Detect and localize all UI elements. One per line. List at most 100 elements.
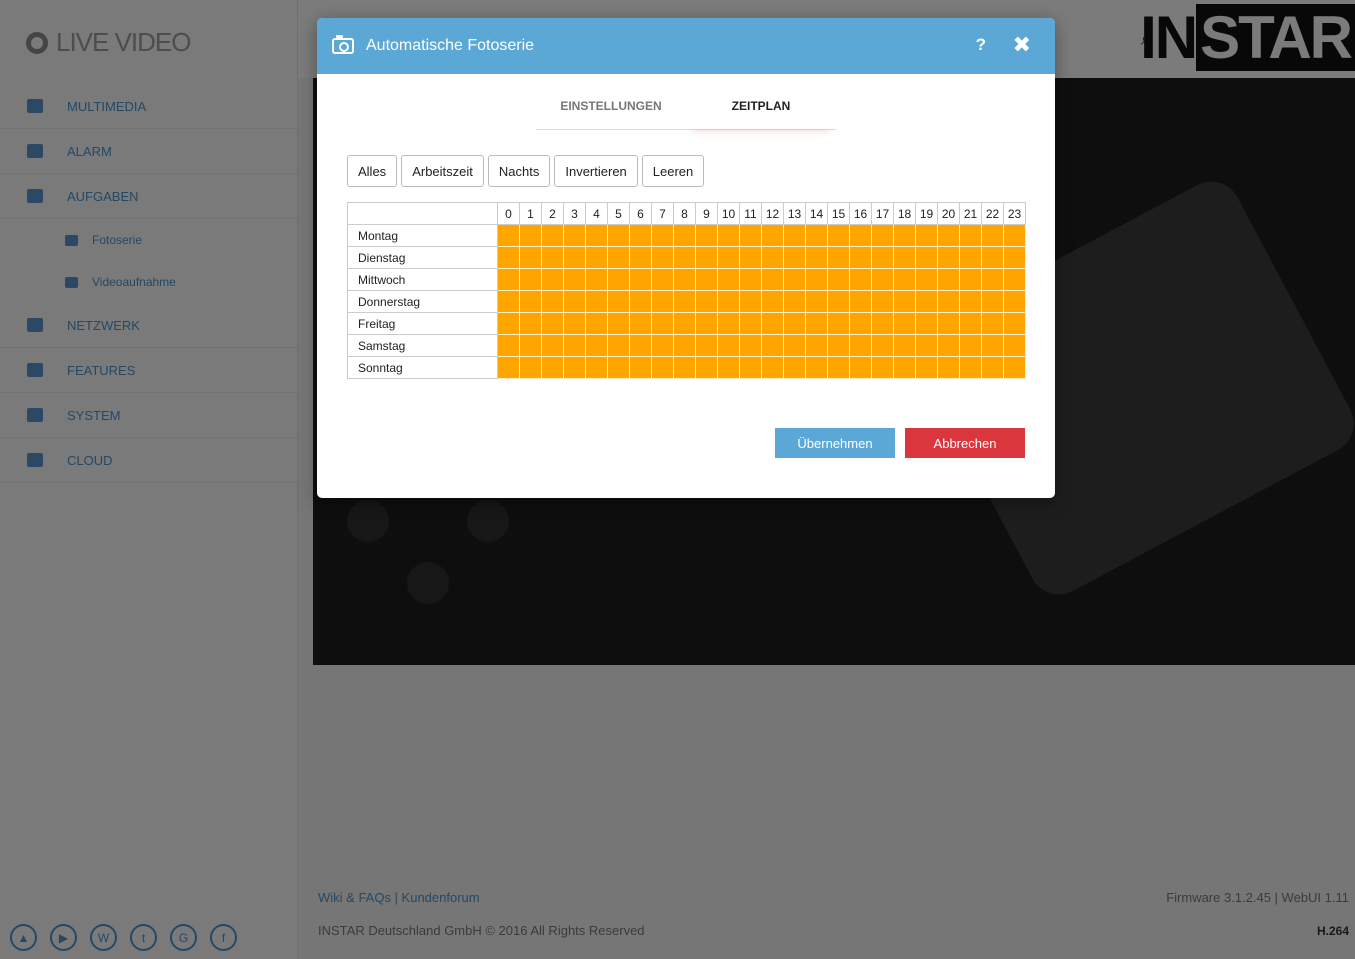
hour-header[interactable]: 22 [981,202,1004,225]
schedule-cell[interactable] [893,312,916,335]
schedule-cell[interactable] [629,268,652,291]
schedule-cell[interactable] [695,246,718,269]
day-label[interactable]: Montag [347,224,498,247]
schedule-cell[interactable] [585,268,608,291]
schedule-cell[interactable] [563,224,586,247]
schedule-cell[interactable] [937,356,960,379]
schedule-cell[interactable] [827,312,850,335]
hour-header[interactable]: 0 [497,202,520,225]
schedule-cell[interactable] [541,246,564,269]
schedule-cell[interactable] [607,334,630,357]
schedule-cell[interactable] [981,290,1004,313]
day-label[interactable]: Sonntag [347,356,498,379]
hour-header[interactable]: 18 [893,202,916,225]
hour-header[interactable]: 15 [827,202,850,225]
schedule-cell[interactable] [629,224,652,247]
schedule-cell[interactable] [981,268,1004,291]
schedule-cell[interactable] [585,246,608,269]
preset-all-button[interactable]: Alles [347,155,398,187]
preset-night-button[interactable]: Nachts [487,155,551,187]
schedule-cell[interactable] [849,290,872,313]
schedule-cell[interactable] [827,268,850,291]
schedule-cell[interactable] [717,356,740,379]
schedule-cell[interactable] [981,312,1004,335]
schedule-cell[interactable] [607,246,630,269]
schedule-cell[interactable] [893,356,916,379]
schedule-cell[interactable] [563,312,586,335]
schedule-cell[interactable] [849,268,872,291]
schedule-cell[interactable] [607,224,630,247]
schedule-cell[interactable] [915,246,938,269]
schedule-cell[interactable] [673,356,696,379]
hour-header[interactable]: 7 [651,202,674,225]
schedule-cell[interactable] [563,334,586,357]
schedule-cell[interactable] [651,224,674,247]
schedule-cell[interactable] [717,268,740,291]
schedule-cell[interactable] [585,312,608,335]
schedule-cell[interactable] [915,224,938,247]
help-button[interactable]: ? [976,35,986,55]
schedule-cell[interactable] [761,246,784,269]
schedule-cell[interactable] [871,246,894,269]
hour-header[interactable]: 19 [915,202,938,225]
schedule-cell[interactable] [1003,224,1026,247]
schedule-cell[interactable] [739,290,762,313]
schedule-cell[interactable] [893,290,916,313]
schedule-cell[interactable] [497,268,520,291]
schedule-cell[interactable] [607,312,630,335]
schedule-cell[interactable] [519,356,542,379]
schedule-cell[interactable] [981,224,1004,247]
schedule-cell[interactable] [695,290,718,313]
schedule-cell[interactable] [805,246,828,269]
schedule-cell[interactable] [585,290,608,313]
schedule-cell[interactable] [519,334,542,357]
schedule-cell[interactable] [695,268,718,291]
schedule-cell[interactable] [673,224,696,247]
schedule-cell[interactable] [783,312,806,335]
schedule-cell[interactable] [541,290,564,313]
hour-header[interactable]: 16 [849,202,872,225]
schedule-cell[interactable] [805,334,828,357]
schedule-cell[interactable] [893,224,916,247]
schedule-cell[interactable] [805,312,828,335]
schedule-cell[interactable] [959,334,982,357]
schedule-cell[interactable] [827,246,850,269]
schedule-cell[interactable] [695,356,718,379]
schedule-cell[interactable] [937,268,960,291]
schedule-cell[interactable] [695,334,718,357]
schedule-cell[interactable] [1003,334,1026,357]
schedule-cell[interactable] [563,356,586,379]
schedule-cell[interactable] [1003,290,1026,313]
schedule-cell[interactable] [805,268,828,291]
schedule-cell[interactable] [959,246,982,269]
schedule-cell[interactable] [651,268,674,291]
schedule-cell[interactable] [739,246,762,269]
schedule-cell[interactable] [629,246,652,269]
hour-header[interactable]: 5 [607,202,630,225]
schedule-cell[interactable] [629,290,652,313]
schedule-cell[interactable] [519,224,542,247]
schedule-cell[interactable] [651,356,674,379]
schedule-cell[interactable] [629,356,652,379]
schedule-cell[interactable] [673,334,696,357]
schedule-cell[interactable] [541,268,564,291]
schedule-cell[interactable] [673,290,696,313]
hour-header[interactable]: 8 [673,202,696,225]
hour-header[interactable]: 4 [585,202,608,225]
schedule-cell[interactable] [849,312,872,335]
schedule-cell[interactable] [497,334,520,357]
schedule-cell[interactable] [607,290,630,313]
schedule-cell[interactable] [893,246,916,269]
schedule-cell[interactable] [673,312,696,335]
schedule-cell[interactable] [695,224,718,247]
schedule-cell[interactable] [805,224,828,247]
hour-header[interactable]: 11 [739,202,762,225]
schedule-cell[interactable] [519,312,542,335]
schedule-cell[interactable] [981,334,1004,357]
schedule-cell[interactable] [541,334,564,357]
schedule-cell[interactable] [871,312,894,335]
schedule-cell[interactable] [497,356,520,379]
schedule-cell[interactable] [739,268,762,291]
schedule-cell[interactable] [761,312,784,335]
hour-header[interactable]: 6 [629,202,652,225]
